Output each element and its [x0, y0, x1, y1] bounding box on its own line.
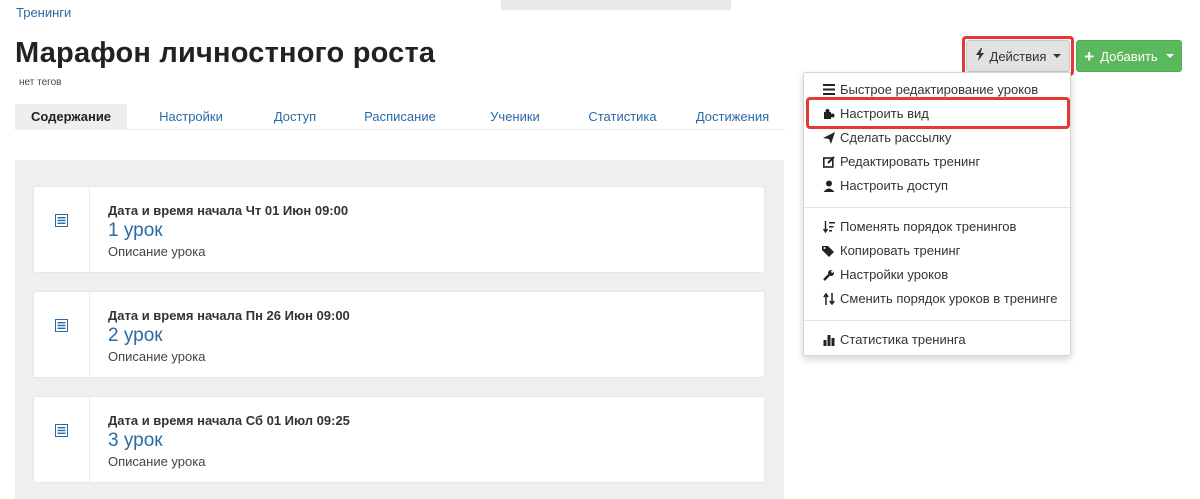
menu-item-label: Редактировать тренинг [840, 154, 981, 169]
add-dropdown-button[interactable]: + Добавить [1076, 40, 1182, 72]
lightning-icon [975, 48, 985, 64]
menu-item-training-statistics[interactable]: Статистика тренинга [822, 332, 966, 347]
puzzle-icon [822, 107, 836, 121]
menu-divider [804, 320, 1070, 321]
menu-item-label: Сменить порядок уроков в тренинге [840, 291, 1058, 306]
lesson-date: Дата и время начала Пн 26 Июн 09:00 [108, 308, 350, 323]
send-icon [822, 131, 836, 145]
sort-arrows-icon [822, 292, 836, 306]
lessons-panel: Дата и время начала Чт 01 Июн 09:00 1 ур… [15, 160, 784, 499]
lesson-card[interactable]: Дата и время начала Чт 01 Июн 09:00 1 ур… [33, 186, 765, 273]
lesson-icon-column [34, 397, 90, 482]
tags-icon [822, 244, 836, 258]
lesson-icon-column [34, 187, 90, 272]
tab-access[interactable]: Доступ [255, 104, 335, 130]
bar-chart-icon [822, 333, 836, 347]
lesson-body: Дата и время начала Сб 01 Июл 09:25 3 ур… [108, 413, 350, 469]
tab-students[interactable]: Ученики [465, 104, 565, 130]
user-icon [822, 179, 836, 193]
lesson-icon-column [34, 292, 90, 377]
lesson-card[interactable]: Дата и время начала Сб 01 Июл 09:25 3 ур… [33, 396, 765, 483]
sort-icon [822, 220, 836, 234]
menu-item-reorder-lessons[interactable]: Сменить порядок уроков в тренинге [822, 291, 1057, 306]
plus-icon: + [1084, 46, 1095, 66]
tabs-bar: Содержание Настройки Доступ Расписание У… [15, 104, 785, 130]
menu-item-label: Сделать рассылку [840, 130, 952, 145]
add-label: Добавить [1100, 48, 1158, 64]
page-title: Марафон личностного роста [15, 37, 436, 69]
menu-item-edit-training[interactable]: Редактировать тренинг [822, 154, 980, 169]
menu-item-customize-view[interactable]: Настроить вид [822, 106, 929, 121]
menu-item-label: Быстрое редактирование уроков [840, 82, 1039, 97]
menu-item-reorder-trainings[interactable]: Поменять порядок тренингов [822, 219, 1016, 234]
caret-down-icon [1053, 54, 1062, 58]
menu-item-label: Статистика тренинга [840, 332, 966, 347]
menu-item-send-mailing[interactable]: Сделать рассылку [822, 130, 951, 145]
lesson-title-link[interactable]: 1 урок [108, 220, 348, 242]
tags-label: нет тегов [19, 77, 62, 88]
lesson-title-link[interactable]: 3 урок [108, 430, 350, 452]
lesson-list-icon [55, 319, 68, 337]
lesson-title-link[interactable]: 2 урок [108, 325, 350, 347]
lesson-date: Дата и время начала Чт 01 Июн 09:00 [108, 203, 349, 218]
lesson-card[interactable]: Дата и время начала Пн 26 Июн 09:00 2 ур… [33, 291, 765, 378]
tab-statistics[interactable]: Статистика [565, 104, 680, 130]
lesson-description: Описание урока [108, 454, 206, 469]
list-icon [822, 83, 836, 97]
lesson-list-icon [55, 214, 68, 232]
lesson-body: Дата и время начала Пн 26 Июн 09:00 2 ур… [108, 308, 350, 364]
actions-dropdown-menu: Быстрое редактирование уроков Настроить … [803, 72, 1071, 356]
tab-content[interactable]: Содержание [15, 104, 127, 130]
lesson-date: Дата и время начала Сб 01 Июл 09:25 [108, 413, 350, 428]
menu-item-label: Копировать тренинг [840, 243, 961, 258]
tab-achievements[interactable]: Достижения [680, 104, 785, 130]
actions-dropdown-button[interactable]: Действия [966, 40, 1070, 72]
menu-divider [804, 207, 1070, 208]
caret-down-icon [1165, 54, 1174, 58]
menu-item-label: Настройки уроков [840, 267, 949, 282]
edit-icon [822, 155, 836, 169]
menu-item-lesson-settings[interactable]: Настройки уроков [822, 267, 948, 282]
lesson-description: Описание урока [108, 244, 206, 259]
top-bar-fragment [501, 0, 731, 10]
menu-item-label: Настроить вид [840, 106, 929, 121]
menu-item-label: Настроить доступ [840, 178, 949, 193]
menu-item-copy-training[interactable]: Копировать тренинг [822, 243, 960, 258]
lesson-list-icon [55, 424, 68, 442]
tab-schedule[interactable]: Расписание [335, 104, 465, 130]
wrench-icon [822, 268, 836, 282]
menu-item-label: Поменять порядок тренингов [840, 219, 1017, 234]
menu-item-quick-edit-lessons[interactable]: Быстрое редактирование уроков [822, 82, 1038, 97]
lesson-body: Дата и время начала Чт 01 Июн 09:00 1 ур… [108, 203, 348, 259]
actions-label: Действия [989, 48, 1047, 64]
tab-settings[interactable]: Настройки [127, 104, 255, 130]
menu-item-configure-access[interactable]: Настроить доступ [822, 178, 948, 193]
lesson-description: Описание урока [108, 349, 206, 364]
breadcrumb-trainings[interactable]: Тренинги [16, 5, 71, 20]
